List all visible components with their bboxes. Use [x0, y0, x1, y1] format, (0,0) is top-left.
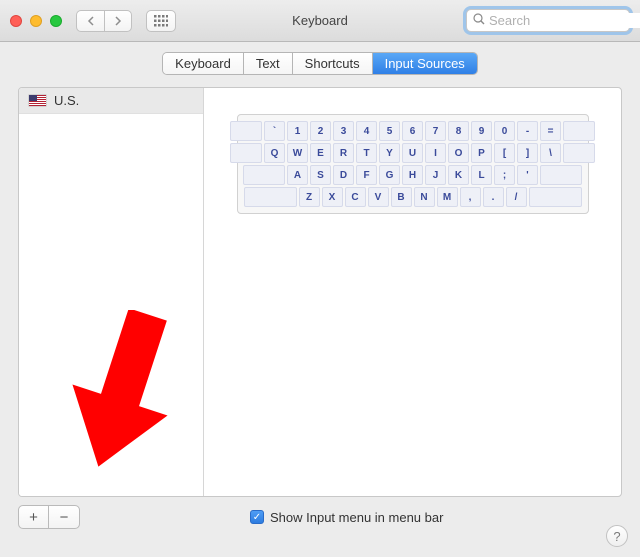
key: 5 — [379, 121, 400, 141]
show-input-menu-row[interactable]: ✓ Show Input menu in menu bar — [250, 510, 443, 525]
key: P — [471, 143, 492, 163]
key: O — [448, 143, 469, 163]
source-item-label: U.S. — [54, 93, 79, 108]
key: \ — [540, 143, 561, 163]
search-icon — [473, 13, 485, 28]
show-all-button[interactable] — [146, 10, 176, 32]
key: 1 — [287, 121, 308, 141]
key: E — [310, 143, 331, 163]
tab-bar: Keyboard Text Shortcuts Input Sources — [0, 52, 640, 75]
close-icon[interactable] — [10, 15, 22, 27]
key-modifier — [230, 143, 262, 163]
window-controls — [10, 15, 62, 27]
key-modifier — [563, 143, 595, 163]
footer-controls: + − ✓ Show Input menu in menu bar — [18, 505, 622, 529]
key: J — [425, 165, 446, 185]
key: Y — [379, 143, 400, 163]
checkbox-checked-icon[interactable]: ✓ — [250, 510, 264, 524]
key: Q — [264, 143, 285, 163]
key: = — [540, 121, 561, 141]
tab-input-sources[interactable]: Input Sources — [373, 53, 477, 74]
remove-source-button[interactable]: − — [49, 506, 79, 528]
key: 7 — [425, 121, 446, 141]
tab-text[interactable]: Text — [244, 53, 293, 74]
key: ] — [517, 143, 538, 163]
content-area: Keyboard Text Shortcuts Input Sources U.… — [0, 42, 640, 529]
key-modifier — [529, 187, 582, 207]
key: - — [517, 121, 538, 141]
tab-shortcuts[interactable]: Shortcuts — [293, 53, 373, 74]
key: H — [402, 165, 423, 185]
key: 2 — [310, 121, 331, 141]
keyboard-preview-area: `1234567890-= QWERTYUIOP[]\ ASDFGHJKL;' … — [204, 88, 621, 496]
key: W — [287, 143, 308, 163]
key: K — [448, 165, 469, 185]
key: / — [506, 187, 527, 207]
titlebar: Keyboard — [0, 0, 640, 42]
key-modifier — [230, 121, 262, 141]
key-modifier — [540, 165, 582, 185]
key: , — [460, 187, 481, 207]
key: 4 — [356, 121, 377, 141]
key: S — [310, 165, 331, 185]
search-field[interactable] — [466, 9, 630, 32]
key: F — [356, 165, 377, 185]
key: G — [379, 165, 400, 185]
forward-button[interactable] — [104, 10, 132, 32]
input-sources-panel: U.S. `1234567890-= QWERTYUIOP[]\ ASDFGHJ… — [18, 87, 622, 497]
key: . — [483, 187, 504, 207]
key: 0 — [494, 121, 515, 141]
back-button[interactable] — [76, 10, 104, 32]
add-source-button[interactable]: + — [19, 506, 49, 528]
key-modifier — [243, 165, 285, 185]
key: 6 — [402, 121, 423, 141]
source-list[interactable]: U.S. — [19, 88, 203, 496]
key: R — [333, 143, 354, 163]
key: L — [471, 165, 492, 185]
key-modifier — [244, 187, 297, 207]
key-modifier — [563, 121, 595, 141]
key: Z — [299, 187, 320, 207]
key: 8 — [448, 121, 469, 141]
keyboard-preview: `1234567890-= QWERTYUIOP[]\ ASDFGHJKL;' … — [237, 114, 589, 214]
help-button[interactable]: ? — [606, 525, 628, 547]
us-flag-icon — [29, 95, 46, 106]
nav-back-forward — [76, 10, 132, 32]
key: 3 — [333, 121, 354, 141]
key: M — [437, 187, 458, 207]
source-list-sidebar: U.S. — [19, 88, 204, 496]
search-input[interactable] — [489, 13, 640, 28]
key: D — [333, 165, 354, 185]
key: V — [368, 187, 389, 207]
key: A — [287, 165, 308, 185]
add-remove-group: + − — [18, 505, 80, 529]
key: C — [345, 187, 366, 207]
zoom-icon[interactable] — [50, 15, 62, 27]
minimize-icon[interactable] — [30, 15, 42, 27]
key: U — [402, 143, 423, 163]
tab-keyboard[interactable]: Keyboard — [163, 53, 244, 74]
key: ' — [517, 165, 538, 185]
key: T — [356, 143, 377, 163]
window-title: Keyboard — [292, 13, 348, 28]
key: N — [414, 187, 435, 207]
key: ` — [264, 121, 285, 141]
source-item-us[interactable]: U.S. — [19, 88, 203, 114]
key: I — [425, 143, 446, 163]
key: [ — [494, 143, 515, 163]
key: X — [322, 187, 343, 207]
key: ; — [494, 165, 515, 185]
show-input-menu-label: Show Input menu in menu bar — [270, 510, 443, 525]
key: B — [391, 187, 412, 207]
key: 9 — [471, 121, 492, 141]
